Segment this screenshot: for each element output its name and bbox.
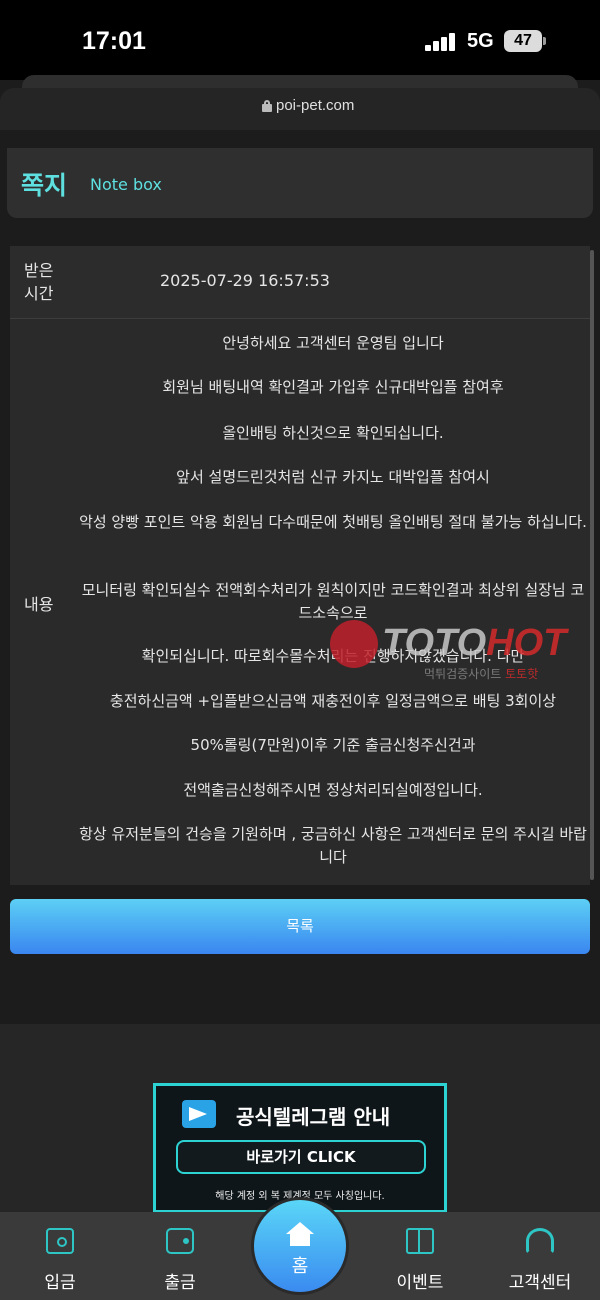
scrollbar[interactable] — [590, 250, 594, 880]
nav-deposit[interactable]: 입금 — [0, 1212, 120, 1300]
message-line: 모니터링 확인되실수 전액회수처리가 원칙이지만 코드확인결과 최상위 실장님 … — [81, 581, 585, 622]
message-line: 항상 유저분들의 건승을 기원하며 , 궁금하신 사항은 고객센터로 문의 주시… — [79, 825, 587, 866]
telegram-icon — [182, 1100, 216, 1128]
message-line: 충전하신금액 +입플받으신금액 재충전이후 일정금액으로 배팅 3회이상 — [109, 692, 557, 710]
message-line: 회원님 배팅내역 확인결과 가입후 신규대박입플 참여후 — [162, 378, 504, 396]
headset-icon — [526, 1228, 554, 1254]
cash-icon — [46, 1228, 74, 1254]
watermark-logo-icon — [330, 620, 378, 668]
status-time: 17:01 — [82, 27, 146, 55]
wallet-icon — [166, 1228, 194, 1254]
watermark-brand: TOTOHOT — [382, 622, 567, 664]
message-line: 50%롤링(7만원)이후 기준 출금신청주신건과 — [190, 736, 476, 754]
telegram-title: 공식텔레그램 안내 — [236, 1105, 391, 1129]
received-time-value: 2025-07-29 16:57:53 — [160, 271, 330, 290]
nav-event-label: 이벤트 — [396, 1273, 444, 1293]
message-line: 올인배팅 하신것으로 확인되십니다. — [222, 424, 444, 442]
page-title: 쪽지 — [21, 171, 68, 200]
battery-icon: 47 — [504, 30, 542, 52]
gift-icon — [406, 1228, 434, 1254]
nav-event[interactable]: 이벤트 — [360, 1212, 480, 1300]
content-label: 내용 — [24, 595, 54, 614]
page-subtitle: Note box — [90, 175, 162, 194]
lock-icon — [262, 100, 272, 112]
watermark-subtitle: 먹튀검증사이트 토토핫 — [424, 667, 539, 681]
received-time-label: 받은 시간 — [24, 261, 54, 303]
message-line: 전액출금신청해주시면 정상처리되실예정입니다. — [183, 781, 483, 799]
nav-withdraw-label: 출금 — [164, 1273, 196, 1293]
list-button[interactable]: 목록 — [10, 899, 590, 954]
note-header: 쪽지 Note box — [7, 148, 593, 218]
signal-icon — [425, 33, 457, 51]
nav-support-label: 고객센터 — [508, 1273, 572, 1293]
status-bar: 17:01 5G 47 — [0, 0, 600, 80]
message-line: 안녕하세요 고객센터 운영팀 입니다 — [222, 334, 444, 352]
home-button[interactable]: 홈 — [254, 1200, 346, 1292]
home-label: 홈 — [291, 1256, 309, 1277]
battery-tip — [543, 37, 546, 45]
home-icon — [286, 1222, 314, 1246]
received-time-row: 받은 시간 2025-07-29 16:57:53 — [10, 246, 590, 319]
telegram-link-button[interactable]: 바로가기 CLICK — [176, 1140, 426, 1174]
url-text[interactable]: poi-pet.com — [276, 97, 354, 114]
telegram-banner[interactable]: 공식텔레그램 안내 바로가기 CLICK 해당 계정 외 복 제계정 모두 사칭… — [153, 1083, 447, 1213]
nav-withdraw[interactable]: 출금 — [120, 1212, 240, 1300]
nav-support[interactable]: 고객센터 — [480, 1212, 600, 1300]
network-type: 5G — [467, 30, 494, 52]
message-line: 악성 양빵 포인트 악용 회원님 다수때문에 첫배팅 올인배팅 절대 불가능 하… — [79, 513, 587, 531]
message-table: 받은 시간 2025-07-29 16:57:53 내용 안녕하세요 고객센터 … — [10, 246, 590, 885]
message-line: 앞서 설명드린것처럼 신규 카지노 대박입플 참여시 — [176, 468, 490, 486]
nav-deposit-label: 입금 — [44, 1273, 76, 1293]
